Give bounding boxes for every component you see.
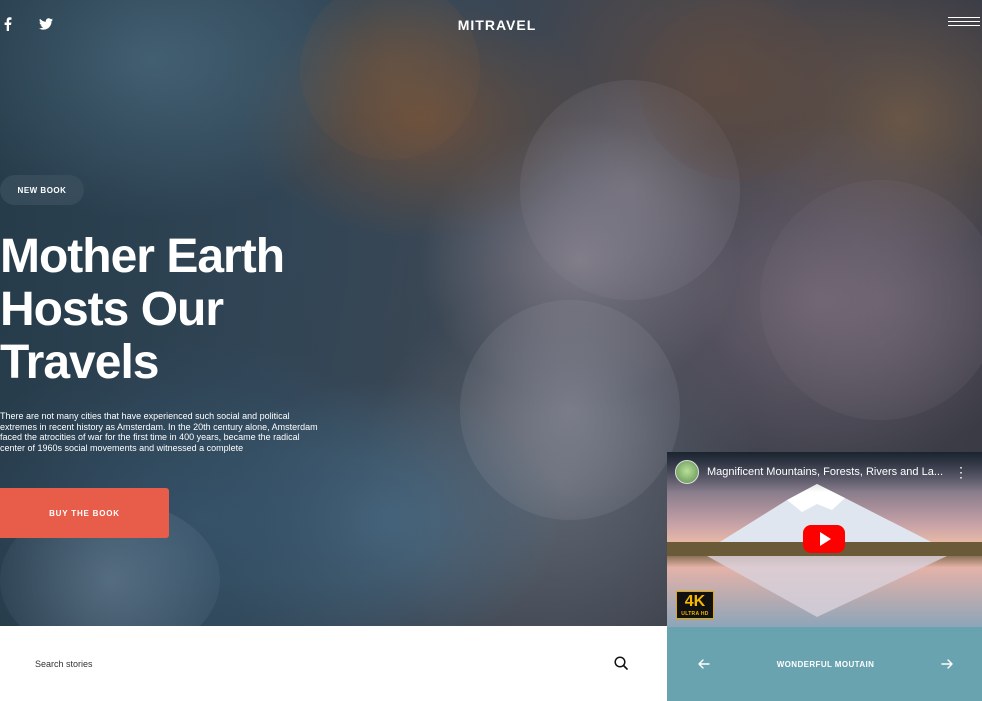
search-bar	[0, 626, 667, 701]
badge-4k-text: 4K	[684, 593, 706, 610]
hero-description: There are not many cities that have expe…	[0, 411, 318, 453]
video-title[interactable]: Magnificent Mountains, Forests, Rivers a…	[707, 466, 947, 478]
channel-avatar[interactable]	[675, 460, 699, 484]
arrow-right-icon[interactable]	[940, 657, 954, 671]
badge-ultrahd-text: ULTRA HD	[681, 611, 709, 617]
buy-the-book-button[interactable]: BUY THE BOOK	[0, 488, 169, 538]
search-input[interactable]	[35, 658, 595, 669]
hero-headline: Mother Earth Hosts Our Travels	[0, 230, 285, 389]
video-embed[interactable]: Magnificent Mountains, Forests, Rivers a…	[667, 452, 982, 627]
slide-label: WONDERFUL MOUTAIN	[776, 659, 875, 669]
play-button[interactable]	[803, 525, 845, 553]
slider-navigation: WONDERFUL MOUTAIN	[667, 627, 982, 701]
hamburger-icon[interactable]	[948, 17, 980, 31]
arrow-left-icon[interactable]	[697, 657, 711, 671]
video-title-bar: Magnificent Mountains, Forests, Rivers a…	[667, 452, 982, 492]
ultra-hd-badge: 4K ULTRA HD	[676, 591, 714, 619]
more-options-icon[interactable]: ⋮	[954, 465, 968, 479]
play-icon	[820, 532, 831, 546]
search-icon[interactable]	[614, 656, 630, 672]
site-logo[interactable]: MITRAVEL	[0, 17, 982, 33]
new-book-badge: NEW BOOK	[0, 175, 84, 205]
